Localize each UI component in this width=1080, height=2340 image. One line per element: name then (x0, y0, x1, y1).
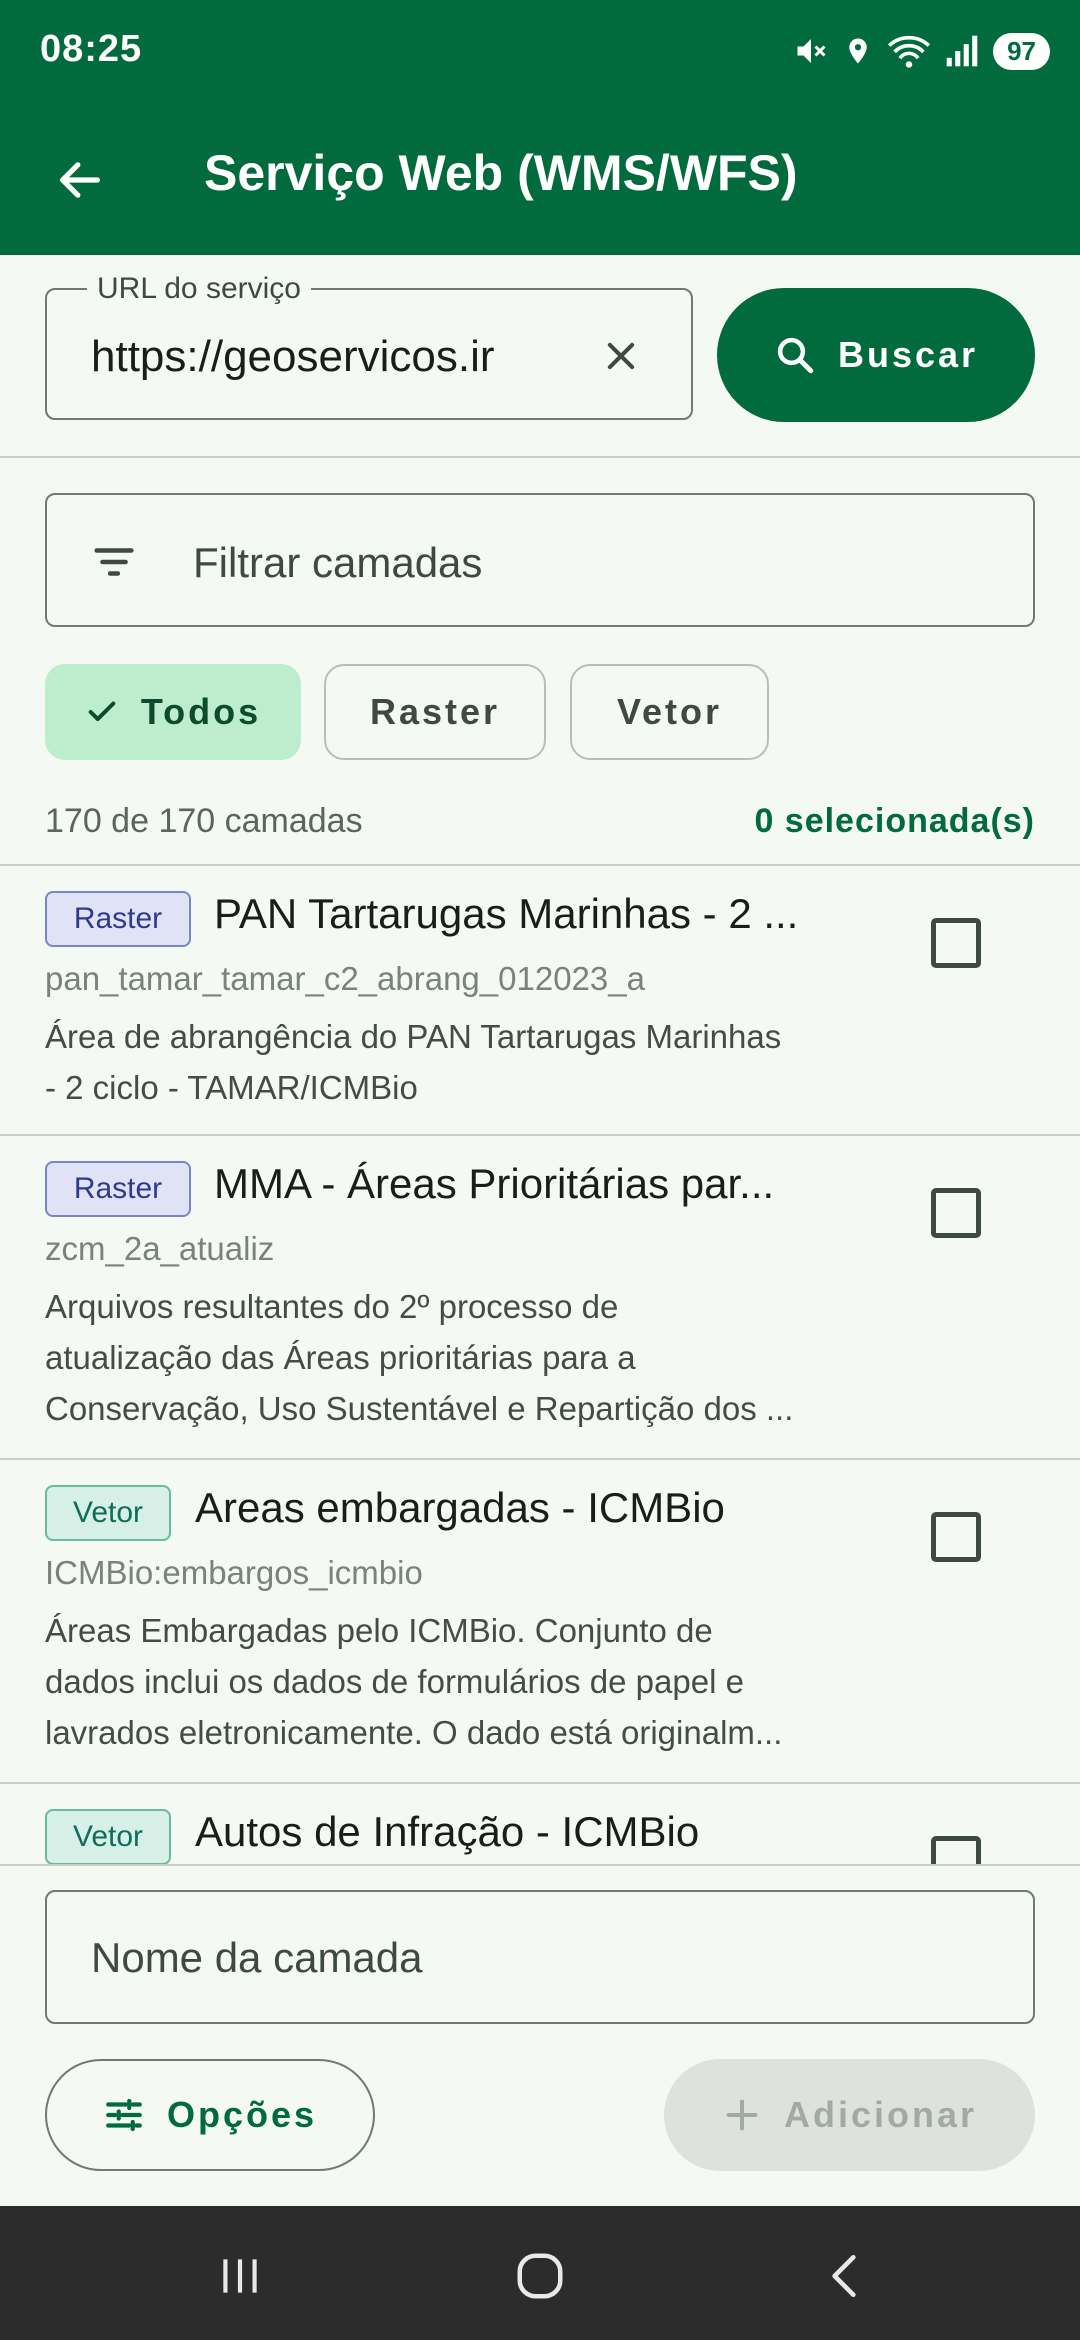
layer-item[interactable]: Vetor Autos de Infração - ICMBio (0, 1784, 1080, 1864)
page-title: Serviço Web (WMS/WFS) (204, 145, 798, 201)
layer-checkbox[interactable] (931, 1188, 981, 1238)
status-time: 08:25 (40, 28, 143, 70)
layer-name: ICMBio:embargos_icmbio (45, 1554, 423, 1591)
recents-icon (223, 2259, 257, 2293)
service-url-field[interactable]: URL do serviço https://geoservicos.ir (45, 272, 693, 420)
plus-icon (726, 2099, 758, 2131)
app-bar: Serviço Web (WMS/WFS) (0, 100, 1080, 255)
divider (0, 1864, 1080, 1866)
layer-description: Área de abrangência do PAN Tartarugas Ma… (45, 1018, 782, 1106)
chip-todos-label: Todos (140, 691, 262, 732)
type-badge: Vetor (45, 1809, 171, 1864)
status-icons: 97 (793, 26, 1050, 76)
close-icon (607, 342, 635, 370)
add-button[interactable]: Adicionar (664, 2059, 1035, 2171)
layer-item[interactable]: Raster MMA - Áreas Prioritárias par... z… (0, 1136, 1080, 1458)
navigation-bar (0, 2206, 1080, 2340)
home-icon (517, 2253, 563, 2299)
layer-filter-field[interactable]: Filtrar camadas (45, 493, 1035, 627)
layer-title: Areas embargadas - ICMBio (195, 1484, 725, 1531)
layer-count: 170 de 170 camadas (45, 802, 363, 840)
service-url-input[interactable]: https://geoservicos.ir (91, 332, 521, 382)
layer-name: zcm_2a_atualiz (45, 1230, 275, 1267)
layer-filter-placeholder: Filtrar camadas (193, 539, 483, 586)
layer-name-field[interactable]: Nome da camada (45, 1890, 1035, 2024)
search-button[interactable]: Buscar (717, 288, 1035, 422)
options-button[interactable]: Opções (45, 2059, 375, 2171)
battery-indicator: 97 (993, 32, 1050, 70)
chip-vetor[interactable]: Vetor (570, 664, 769, 760)
selected-count: 0 selecionada(s) (754, 802, 1035, 840)
back-nav-button[interactable] (805, 2236, 885, 2316)
chip-raster[interactable]: Raster (324, 664, 546, 760)
tune-icon (106, 2098, 142, 2132)
layer-checkbox[interactable] (931, 1836, 981, 1864)
layer-title: MMA - Áreas Prioritárias par... (214, 1160, 775, 1207)
status-bar: 08:25 97 (0, 0, 1080, 100)
search-icon (777, 337, 814, 374)
type-badge: Raster (45, 1161, 191, 1217)
wifi-icon (888, 35, 931, 68)
layer-description: Áreas Embargadas pelo ICMBio. Conjunto d… (45, 1612, 783, 1751)
layer-title: Autos de Infração - ICMBio (195, 1808, 700, 1855)
mute-icon (797, 39, 826, 63)
arrow-back-icon (60, 162, 100, 198)
layer-item[interactable]: Raster PAN Tartarugas Marinhas - 2 ... p… (0, 866, 1080, 1136)
signal-icon (946, 35, 978, 67)
layer-name-placeholder: Nome da camada (91, 1934, 423, 1981)
layer-checkbox[interactable] (931, 918, 981, 968)
service-url-label: URL do serviço (87, 272, 311, 306)
check-icon (88, 701, 116, 722)
layer-checkbox[interactable] (931, 1512, 981, 1562)
filter-icon (94, 548, 134, 576)
layer-item[interactable]: Vetor Areas embargadas - ICMBio ICMBio:e… (0, 1460, 1080, 1782)
chip-todos[interactable]: Todos (45, 664, 301, 760)
add-button-label: Adicionar (783, 2094, 978, 2135)
home-button[interactable] (500, 2236, 580, 2316)
chevron-left-icon (832, 2254, 856, 2298)
type-badge: Vetor (45, 1485, 171, 1541)
back-button[interactable] (40, 140, 120, 220)
location-icon (849, 38, 867, 64)
search-button-label: Buscar (837, 334, 979, 375)
layer-title: PAN Tartarugas Marinhas - 2 ... (214, 890, 799, 937)
clear-url-button[interactable] (591, 326, 651, 386)
recents-button[interactable] (200, 2236, 280, 2316)
layer-list[interactable]: Raster PAN Tartarugas Marinhas - 2 ... p… (0, 864, 1080, 1864)
chip-raster-label: Raster (369, 691, 501, 732)
layer-name: pan_tamar_tamar_c2_abrang_012023_a (45, 960, 645, 997)
type-badge: Raster (45, 891, 191, 947)
layer-description: Arquivos resultantes do 2º processo de a… (45, 1288, 794, 1427)
divider (0, 456, 1080, 458)
options-button-label: Opções (166, 2094, 318, 2135)
chip-vetor-label: Vetor (616, 691, 723, 732)
